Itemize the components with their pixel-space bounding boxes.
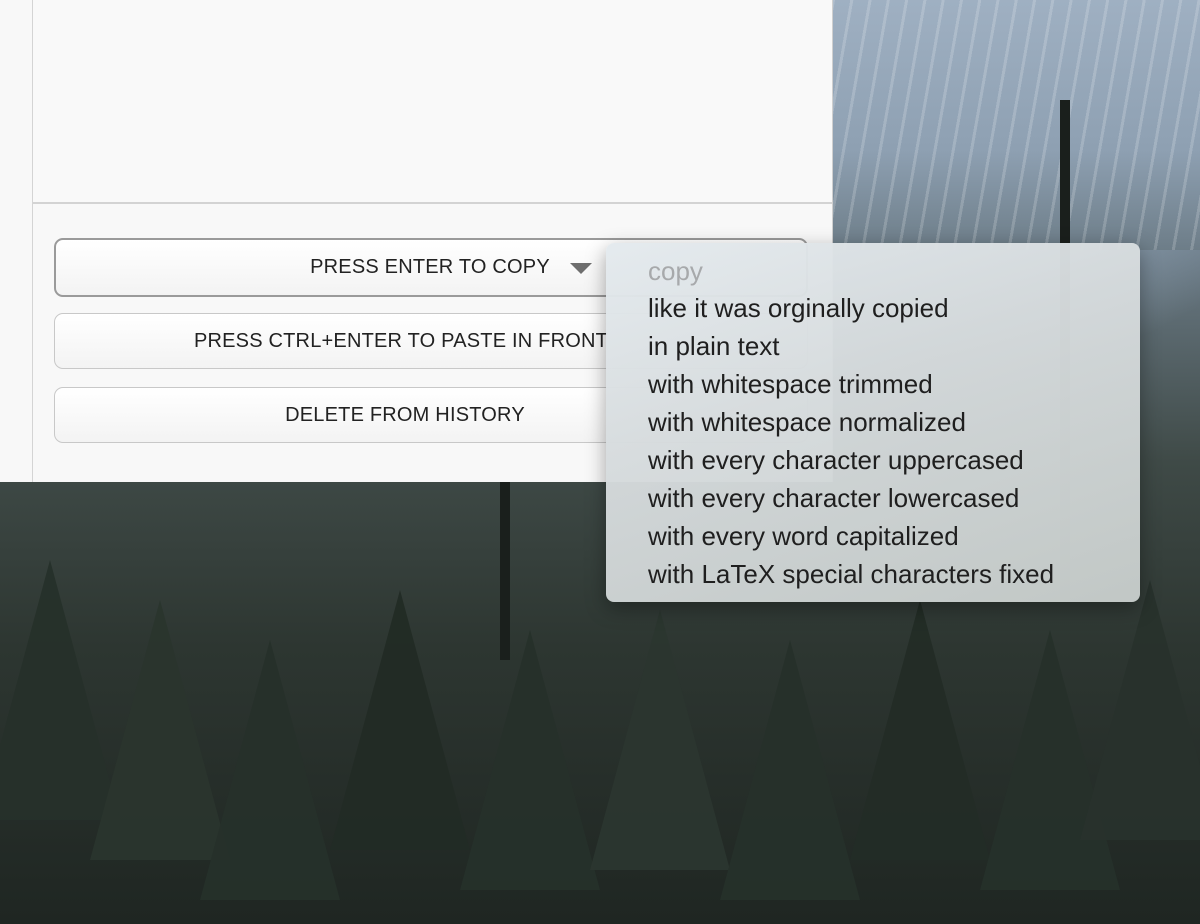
wallpaper-tree <box>590 610 730 870</box>
wallpaper-tree <box>200 640 340 900</box>
wallpaper-tree <box>720 640 860 900</box>
wallpaper-trunk <box>500 480 510 660</box>
menu-item-plain-text[interactable]: in plain text <box>606 327 1140 365</box>
menu-header: copy <box>648 256 703 286</box>
copy-button-content: PRESS ENTER TO COPY <box>310 256 592 279</box>
menu-item-whitespace-trimmed[interactable]: with whitespace trimmed <box>606 365 1140 403</box>
delete-button-label: DELETE FROM HISTORY <box>285 403 525 426</box>
wallpaper-cliff <box>832 0 1200 250</box>
chevron-down-icon[interactable] <box>569 263 592 274</box>
paste-button-label: PRESS CTRL+ENTER TO PASTE IN FRONT <box>193 329 609 352</box>
copy-button-label: PRESS ENTER TO COPY <box>310 256 550 278</box>
menu-item-lowercase[interactable]: with every character lowercased <box>606 479 1140 517</box>
menu-item-uppercase[interactable]: with every character uppercased <box>606 441 1140 479</box>
wallpaper-tree <box>850 600 990 860</box>
wallpaper-tree <box>1080 580 1200 840</box>
wallpaper-tree <box>460 630 600 890</box>
clip-preview-area <box>33 0 832 204</box>
menu-item-original[interactable]: like it was orginally copied <box>606 289 1140 327</box>
menu-item-latex-fixed[interactable]: with LaTeX special characters fixed <box>606 555 1140 593</box>
menu-item-capitalized[interactable]: with every word capitalized <box>606 517 1140 555</box>
copy-options-menu: copy like it was orginally copied in pla… <box>606 243 1140 602</box>
menu-item-whitespace-normalized[interactable]: with whitespace normalized <box>606 403 1140 441</box>
wallpaper-tree <box>330 590 470 850</box>
